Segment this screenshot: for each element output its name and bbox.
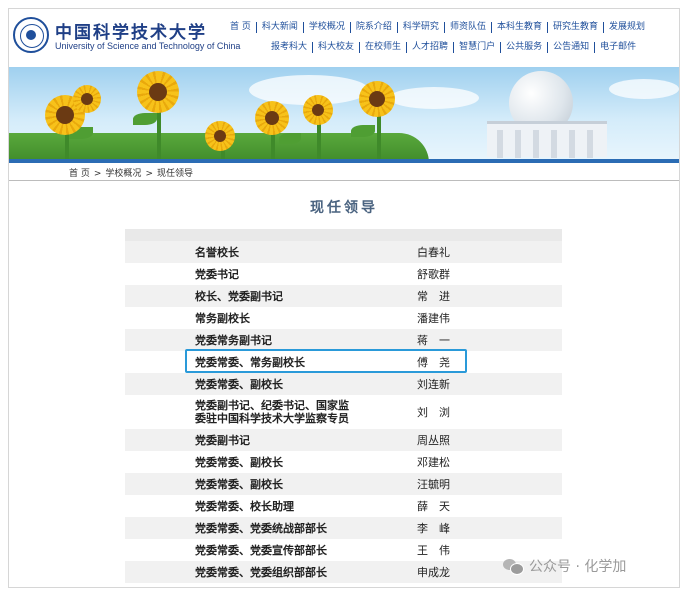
cloud: [389, 87, 479, 109]
leader-title: 党委常委、副校长: [195, 477, 283, 491]
table-row: 党委副书记 周丛照: [125, 429, 562, 451]
nav-item-portal[interactable]: 智慧门户: [454, 41, 502, 53]
breadcrumb: 首 页 > 学校概况 > 现任领导: [9, 163, 679, 181]
brand-name-cn[interactable]: 中国科学技术大学: [55, 18, 207, 43]
table-row: 党委副书记、纪委书记、国家监委驻中国科学技术大学监察专员刘 浏: [125, 395, 562, 429]
table-row: 党委常委、常务副校长 傅 尧: [125, 351, 562, 373]
page-title: 现任领导: [310, 200, 378, 216]
nav-item-admissions[interactable]: 报考科大: [266, 41, 314, 53]
leader-name[interactable]: 李 峰: [357, 520, 562, 536]
leader-title: 党委常委、常务副校长: [195, 355, 305, 369]
leader-title: 名誉校长: [195, 245, 239, 259]
table-row: 党委常委、校长助理 薛 天: [125, 495, 562, 517]
watermark: 公众号 · 化学加: [503, 556, 626, 576]
table-row: 党委常委、副校长 刘连新: [125, 373, 562, 395]
sunflower: [73, 85, 101, 113]
nav-item-graduate[interactable]: 研究生教育: [548, 21, 604, 33]
ustc-seal-icon[interactable]: [13, 17, 49, 53]
main-nav: 首 页 科大新闻 学校概况 院系介绍 科学研究 师资队伍 本科生教育 研究生教育…: [225, 19, 679, 55]
nav-item-undergrad[interactable]: 本科生教育: [492, 21, 548, 33]
table-row: 党委常委、党委宣传部部长王 伟: [125, 539, 562, 561]
nav-item-home[interactable]: 首 页: [225, 21, 257, 33]
leader-title: 党委副书记、纪委书记、国家监委驻中国科学技术大学监察专员: [195, 399, 349, 425]
wechat-icon: [503, 558, 524, 575]
nav-item-notices[interactable]: 公告通知: [548, 41, 596, 53]
leader-name[interactable]: 薛 天: [357, 498, 562, 514]
hero-banner: [9, 67, 679, 163]
leader-name[interactable]: 傅 尧: [357, 354, 562, 370]
sunflower: [303, 95, 333, 125]
leader-name[interactable]: 汪毓明: [357, 476, 562, 492]
leader-title: 党委副书记: [195, 433, 250, 447]
campus-building: [487, 121, 607, 158]
breadcrumb-home[interactable]: 首 页: [69, 169, 90, 179]
nav-item-alumni[interactable]: 科大校友: [313, 41, 361, 53]
table-row: 党委书记 舒歌群: [125, 263, 562, 285]
nav-item-jobs[interactable]: 人才招聘: [407, 41, 455, 53]
breadcrumb-separator: >: [145, 169, 153, 179]
leader-title: 常务副校长: [195, 311, 250, 325]
nav-row-1: 首 页 科大新闻 学校概况 院系介绍 科学研究 师资队伍 本科生教育 研究生教育…: [225, 19, 679, 35]
table-row: 常务副校长 潘建伟: [125, 307, 562, 329]
leader-name[interactable]: 刘 浏: [357, 404, 562, 420]
table-row: 党委常务副书记 蒋 一: [125, 329, 562, 351]
sunflower: [205, 121, 235, 151]
leader-name[interactable]: 舒歌群: [357, 266, 562, 282]
leader-title: 党委常委、党委宣传部部长: [195, 543, 327, 557]
leader-name[interactable]: 邓建松: [357, 454, 562, 470]
leader-title: 党委常委、校长助理: [195, 499, 294, 513]
table-row: 党委常委、副校长 邓建松: [125, 451, 562, 473]
nav-item-departments[interactable]: 院系介绍: [351, 21, 398, 33]
leader-title: 党委常委、党委组织部部长: [195, 565, 327, 579]
sunflower: [255, 101, 289, 135]
leader-name[interactable]: 潘建伟: [357, 310, 562, 326]
leader-title: 党委书记: [195, 267, 239, 281]
leader-name[interactable]: 常 进: [357, 288, 562, 304]
nav-item-research[interactable]: 科学研究: [398, 21, 445, 33]
nav-item-email[interactable]: 电子邮件: [595, 42, 641, 53]
leader-name[interactable]: 白春礼: [357, 244, 562, 260]
nav-item-faculty[interactable]: 师资队伍: [445, 21, 492, 33]
leader-title: 党委常委、副校长: [195, 455, 283, 469]
leader-title: 党委常委、副校长: [195, 377, 283, 391]
leader-name[interactable]: 刘连新: [357, 376, 562, 392]
table-row: 党委常委、党委统战部部长 李 峰: [125, 517, 562, 539]
brand-name-en: University of Science and Technology of …: [55, 41, 241, 51]
breadcrumb-separator: >: [93, 169, 102, 179]
nav-row-2: 报考科大 科大校友 在校师生 人才招聘 智慧门户 公共服务 公告通知 电子邮件: [225, 39, 679, 55]
leaders-table: 名誉校长 白春礼党委书记 舒歌群校长、党委副书记 常 进常务副校长 潘建伟党委常务副书记…: [125, 229, 562, 583]
nav-item-about[interactable]: 学校概况: [304, 21, 351, 33]
watermark-text: 公众号 · 化学加: [529, 559, 627, 575]
breadcrumb-about[interactable]: 学校概况: [105, 169, 141, 179]
nav-item-planning[interactable]: 发展规划: [604, 22, 650, 33]
site-header: 中国科学技术大学 University of Science and Techn…: [9, 9, 679, 65]
nav-item-campus[interactable]: 在校师生: [360, 41, 408, 53]
sunflower: [137, 71, 179, 113]
table-row: 党委常委、党委组织部部长 申成龙: [125, 561, 562, 583]
table-row: 校长、党委副书记 常 进: [125, 285, 562, 307]
page-frame: 中国科学技术大学 University of Science and Techn…: [8, 8, 680, 588]
cloud: [609, 79, 679, 99]
sunflower: [359, 81, 395, 117]
leader-name[interactable]: 蒋 一: [357, 332, 562, 348]
leader-title: 党委常委、党委统战部部长: [195, 521, 327, 535]
nav-item-news[interactable]: 科大新闻: [257, 21, 304, 33]
nav-item-services[interactable]: 公共服务: [501, 41, 549, 53]
table-row: 名誉校长 白春礼: [125, 241, 562, 263]
leader-name[interactable]: 周丛照: [357, 432, 562, 448]
breadcrumb-current[interactable]: 现任领导: [157, 169, 193, 179]
table-row: 党委常委、副校长 汪毓明: [125, 473, 562, 495]
leader-title: 校长、党委副书记: [195, 289, 283, 303]
table-header-bar: [125, 229, 562, 241]
leader-title: 党委常务副书记: [195, 333, 272, 347]
